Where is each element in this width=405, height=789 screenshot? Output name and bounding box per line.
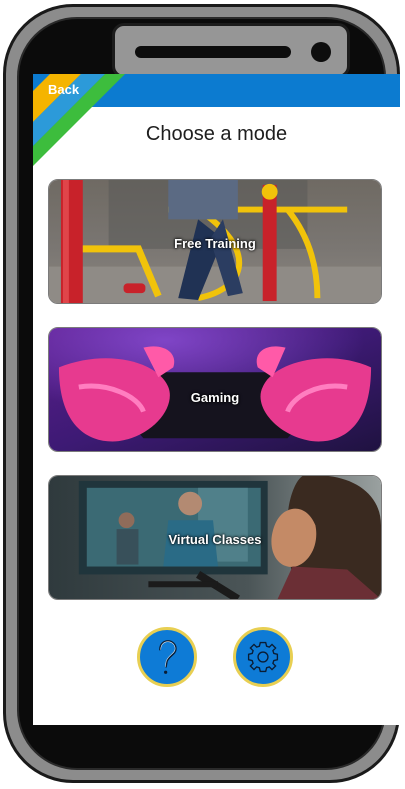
mode-card-gaming[interactable]: Gaming: [48, 327, 382, 452]
mode-card-virtual-classes[interactable]: Virtual Classes: [48, 475, 382, 600]
speaker-slot: [135, 46, 291, 58]
mode-label-free-training: Free Training: [174, 236, 256, 251]
page-title: Choose a mode: [145, 123, 288, 145]
help-button[interactable]: [137, 627, 197, 687]
settings-button[interactable]: [233, 627, 293, 687]
top-bar: [33, 74, 400, 107]
app-screen: Back Choose a mode Free Training Gaming …: [33, 74, 400, 725]
mode-label-gaming: Gaming: [190, 390, 240, 405]
back-button[interactable]: Back: [48, 82, 79, 97]
phone-notch: [112, 23, 350, 78]
gear-icon: [247, 641, 279, 673]
mode-label-virtual-classes: Virtual Classes: [168, 532, 262, 547]
mode-card-free-training[interactable]: Free Training: [48, 179, 382, 304]
camera-dot: [311, 42, 331, 62]
question-mark-icon: [159, 640, 177, 674]
